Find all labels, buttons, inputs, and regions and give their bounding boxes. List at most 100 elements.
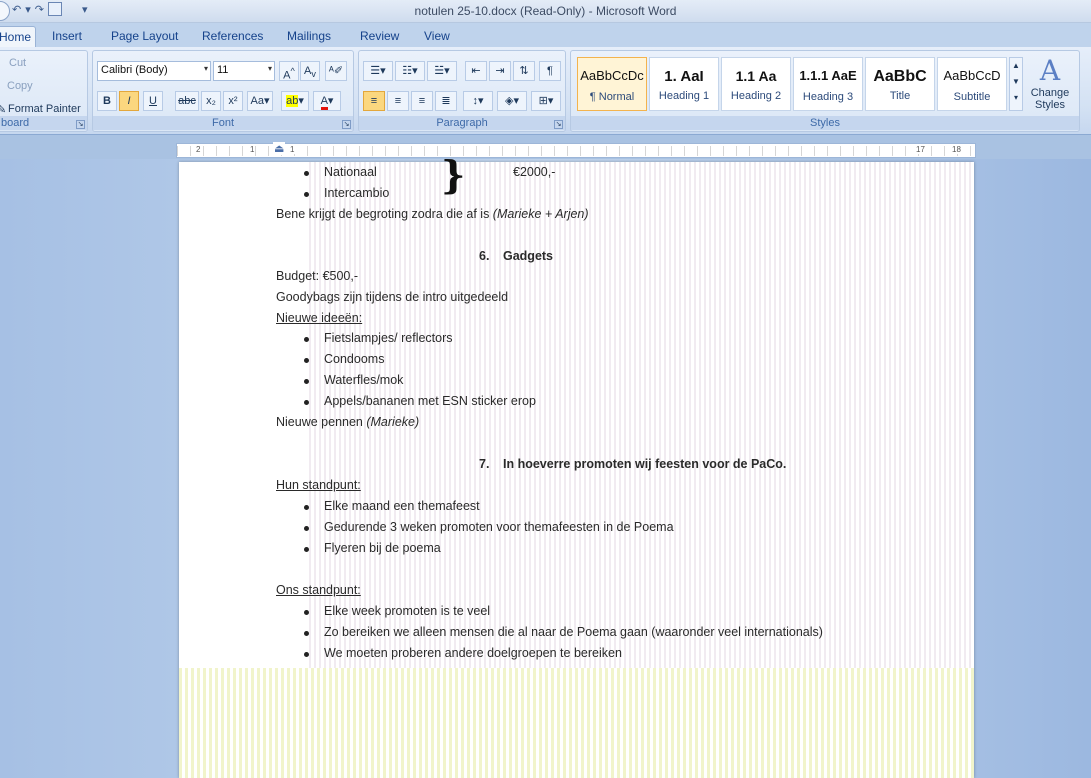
style-name: Subtitle (953, 91, 991, 103)
tab-mailings[interactable]: Mailings (279, 26, 339, 47)
italic-icon[interactable]: I (119, 91, 139, 111)
cut-button[interactable]: Cut (9, 57, 26, 69)
bold-icon[interactable]: B (97, 91, 117, 111)
ruler-ticks (177, 146, 975, 156)
heading-number: 6. (479, 249, 490, 263)
tab-page-layout[interactable]: Page Layout (103, 26, 186, 47)
list-item: Flyeren bij de poema (324, 541, 441, 555)
styles-group: AaBbCcDc ¶ Normal 1. AaI Heading 1 1.1 A… (570, 50, 1080, 132)
show-formatting-icon[interactable]: ¶ (539, 61, 561, 81)
font-color-icon[interactable]: A▾ (313, 91, 341, 111)
paragraph: Nieuwe ideeën: (276, 311, 363, 325)
bullets-icon[interactable]: ☰▾ (363, 61, 393, 81)
paragraph-group-label: Paragraph (359, 116, 565, 130)
style-sample: 1.1 Aa (735, 68, 777, 84)
style-sample: 1.1.1 AaE (799, 68, 857, 83)
change-styles-label: Change Styles (1030, 87, 1070, 111)
amount-text: €2000,- (513, 165, 556, 179)
clipboard-launcher-icon[interactable]: ↘ (76, 120, 85, 129)
chevron-down-icon: ▾ (203, 64, 208, 73)
ruler-label: 2 (195, 145, 202, 154)
styles-scroll[interactable]: ▲ ▼ ▾ (1009, 57, 1023, 111)
style-heading-3[interactable]: 1.1.1 AaE Heading 3 (793, 57, 863, 111)
multilevel-list-icon[interactable]: ☱▾ (427, 61, 457, 81)
list-item: Nationaal (324, 165, 377, 179)
tab-references[interactable]: References (194, 26, 271, 47)
ruler-label: 1 (289, 145, 296, 154)
paragraph-text: Nieuwe pennen (276, 415, 367, 429)
bullet-icon (304, 171, 309, 176)
style-sample: AaBbCcD (943, 68, 1001, 83)
align-center-icon[interactable]: ≡ (387, 91, 409, 111)
ribbon: Cut Copy ✎ Format Painter board ↘ Calibr… (0, 47, 1091, 135)
bullet-icon (304, 379, 309, 384)
style-name: Heading 3 (802, 91, 854, 103)
font-launcher-icon[interactable]: ↘ (342, 120, 351, 129)
subscript-icon[interactable]: x₂ (201, 91, 221, 111)
style-normal[interactable]: AaBbCcDc ¶ Normal (577, 57, 647, 111)
sort-icon[interactable]: ⇅ (513, 61, 535, 81)
tab-insert[interactable]: Insert (44, 26, 90, 47)
bullet-icon (304, 547, 309, 552)
list-item: Appels/bananen met ESN sticker erop (324, 394, 536, 408)
paragraph: Hun standpunt: (276, 478, 361, 492)
style-subtitle[interactable]: AaBbCcD Subtitle (937, 57, 1007, 111)
horizontal-ruler[interactable]: 2 1 1 17 18 ⏏ (176, 142, 976, 158)
bullet-icon (304, 631, 309, 636)
heading: In hoeverre promoten wij feesten voor de… (503, 457, 787, 471)
highlight-icon[interactable]: ab▾ (281, 91, 309, 111)
change-styles-button[interactable]: A Change Styles (1025, 55, 1075, 117)
tab-review[interactable]: Review (352, 26, 407, 47)
bullet-icon (304, 400, 309, 405)
tab-home[interactable]: Home (0, 26, 36, 47)
style-name: ¶ Normal (589, 91, 635, 103)
chevron-down-icon: ▾ (267, 64, 272, 73)
paragraph-launcher-icon[interactable]: ↘ (554, 120, 563, 129)
bullet-icon (304, 358, 309, 363)
justify-icon[interactable]: ≣ (435, 91, 457, 111)
ribbon-tabs: Home Insert Page Layout References Maili… (0, 23, 1091, 47)
font-size-select[interactable]: 11 ▾ (213, 61, 275, 81)
copy-button[interactable]: Copy (7, 80, 33, 92)
ruler-label: 17 (915, 145, 926, 154)
style-heading-2[interactable]: 1.1 Aa Heading 2 (721, 57, 791, 111)
numbering-icon[interactable]: ☷▾ (395, 61, 425, 81)
list-item: We moeten proberen andere doelgroepen te… (324, 646, 622, 660)
shrink-font-icon[interactable]: Av (300, 61, 320, 81)
tab-view[interactable]: View (416, 26, 458, 47)
bullet-icon (304, 526, 309, 531)
align-left-icon[interactable]: ≡ (363, 91, 385, 111)
underline-icon[interactable]: U (143, 91, 163, 111)
bullet-icon (304, 505, 309, 510)
strikethrough-icon[interactable]: abc (175, 91, 199, 111)
grow-font-icon[interactable]: A^ (279, 61, 299, 82)
list-item: Zo bereiken we alleen mensen die al naar… (324, 625, 823, 639)
line-spacing-icon[interactable]: ↕▾ (463, 91, 493, 111)
align-right-icon[interactable]: ≡ (411, 91, 433, 111)
list-item: Condooms (324, 352, 385, 366)
superscript-icon[interactable]: x² (223, 91, 243, 111)
increase-indent-icon[interactable]: ⇥ (489, 61, 511, 81)
list-item: Intercambio (324, 186, 390, 200)
style-heading-1[interactable]: 1. AaI Heading 1 (649, 57, 719, 111)
styles-group-label: Styles (571, 116, 1079, 130)
format-painter-icon[interactable]: ✎ (0, 103, 6, 116)
page-texture (179, 668, 974, 778)
indent-marker-icon[interactable]: ⏏ (273, 142, 286, 155)
title-bar: ↶ ▾ ↷ ▾ notulen 25-10.docx (Read-Only) -… (0, 0, 1091, 23)
borders-icon[interactable]: ⊞▾ (531, 91, 561, 111)
paragraph-text: Bene krijgt de begroting zodra die af is (276, 207, 493, 221)
paragraph: Budget: €500,- (276, 269, 359, 283)
decrease-indent-icon[interactable]: ⇤ (465, 61, 487, 81)
heading-number: 7. (479, 457, 490, 471)
clipboard-group-label: board (0, 116, 87, 130)
font-name-select[interactable]: Calibri (Body) ▾ (97, 61, 211, 81)
shading-icon[interactable]: ◈▾ (497, 91, 527, 111)
change-case-icon[interactable]: Aa▾ (247, 91, 273, 111)
list-item: Gedurende 3 weken promoten voor themafee… (324, 520, 674, 534)
style-title[interactable]: AaBbC Title (865, 57, 935, 111)
style-sample: AaBbC (873, 68, 927, 85)
format-painter-button[interactable]: Format Painter (8, 103, 81, 115)
clear-formatting-icon[interactable]: ᴬ✐ (325, 61, 347, 81)
paragraph: Bene krijgt de begroting zodra die af is… (276, 207, 589, 221)
